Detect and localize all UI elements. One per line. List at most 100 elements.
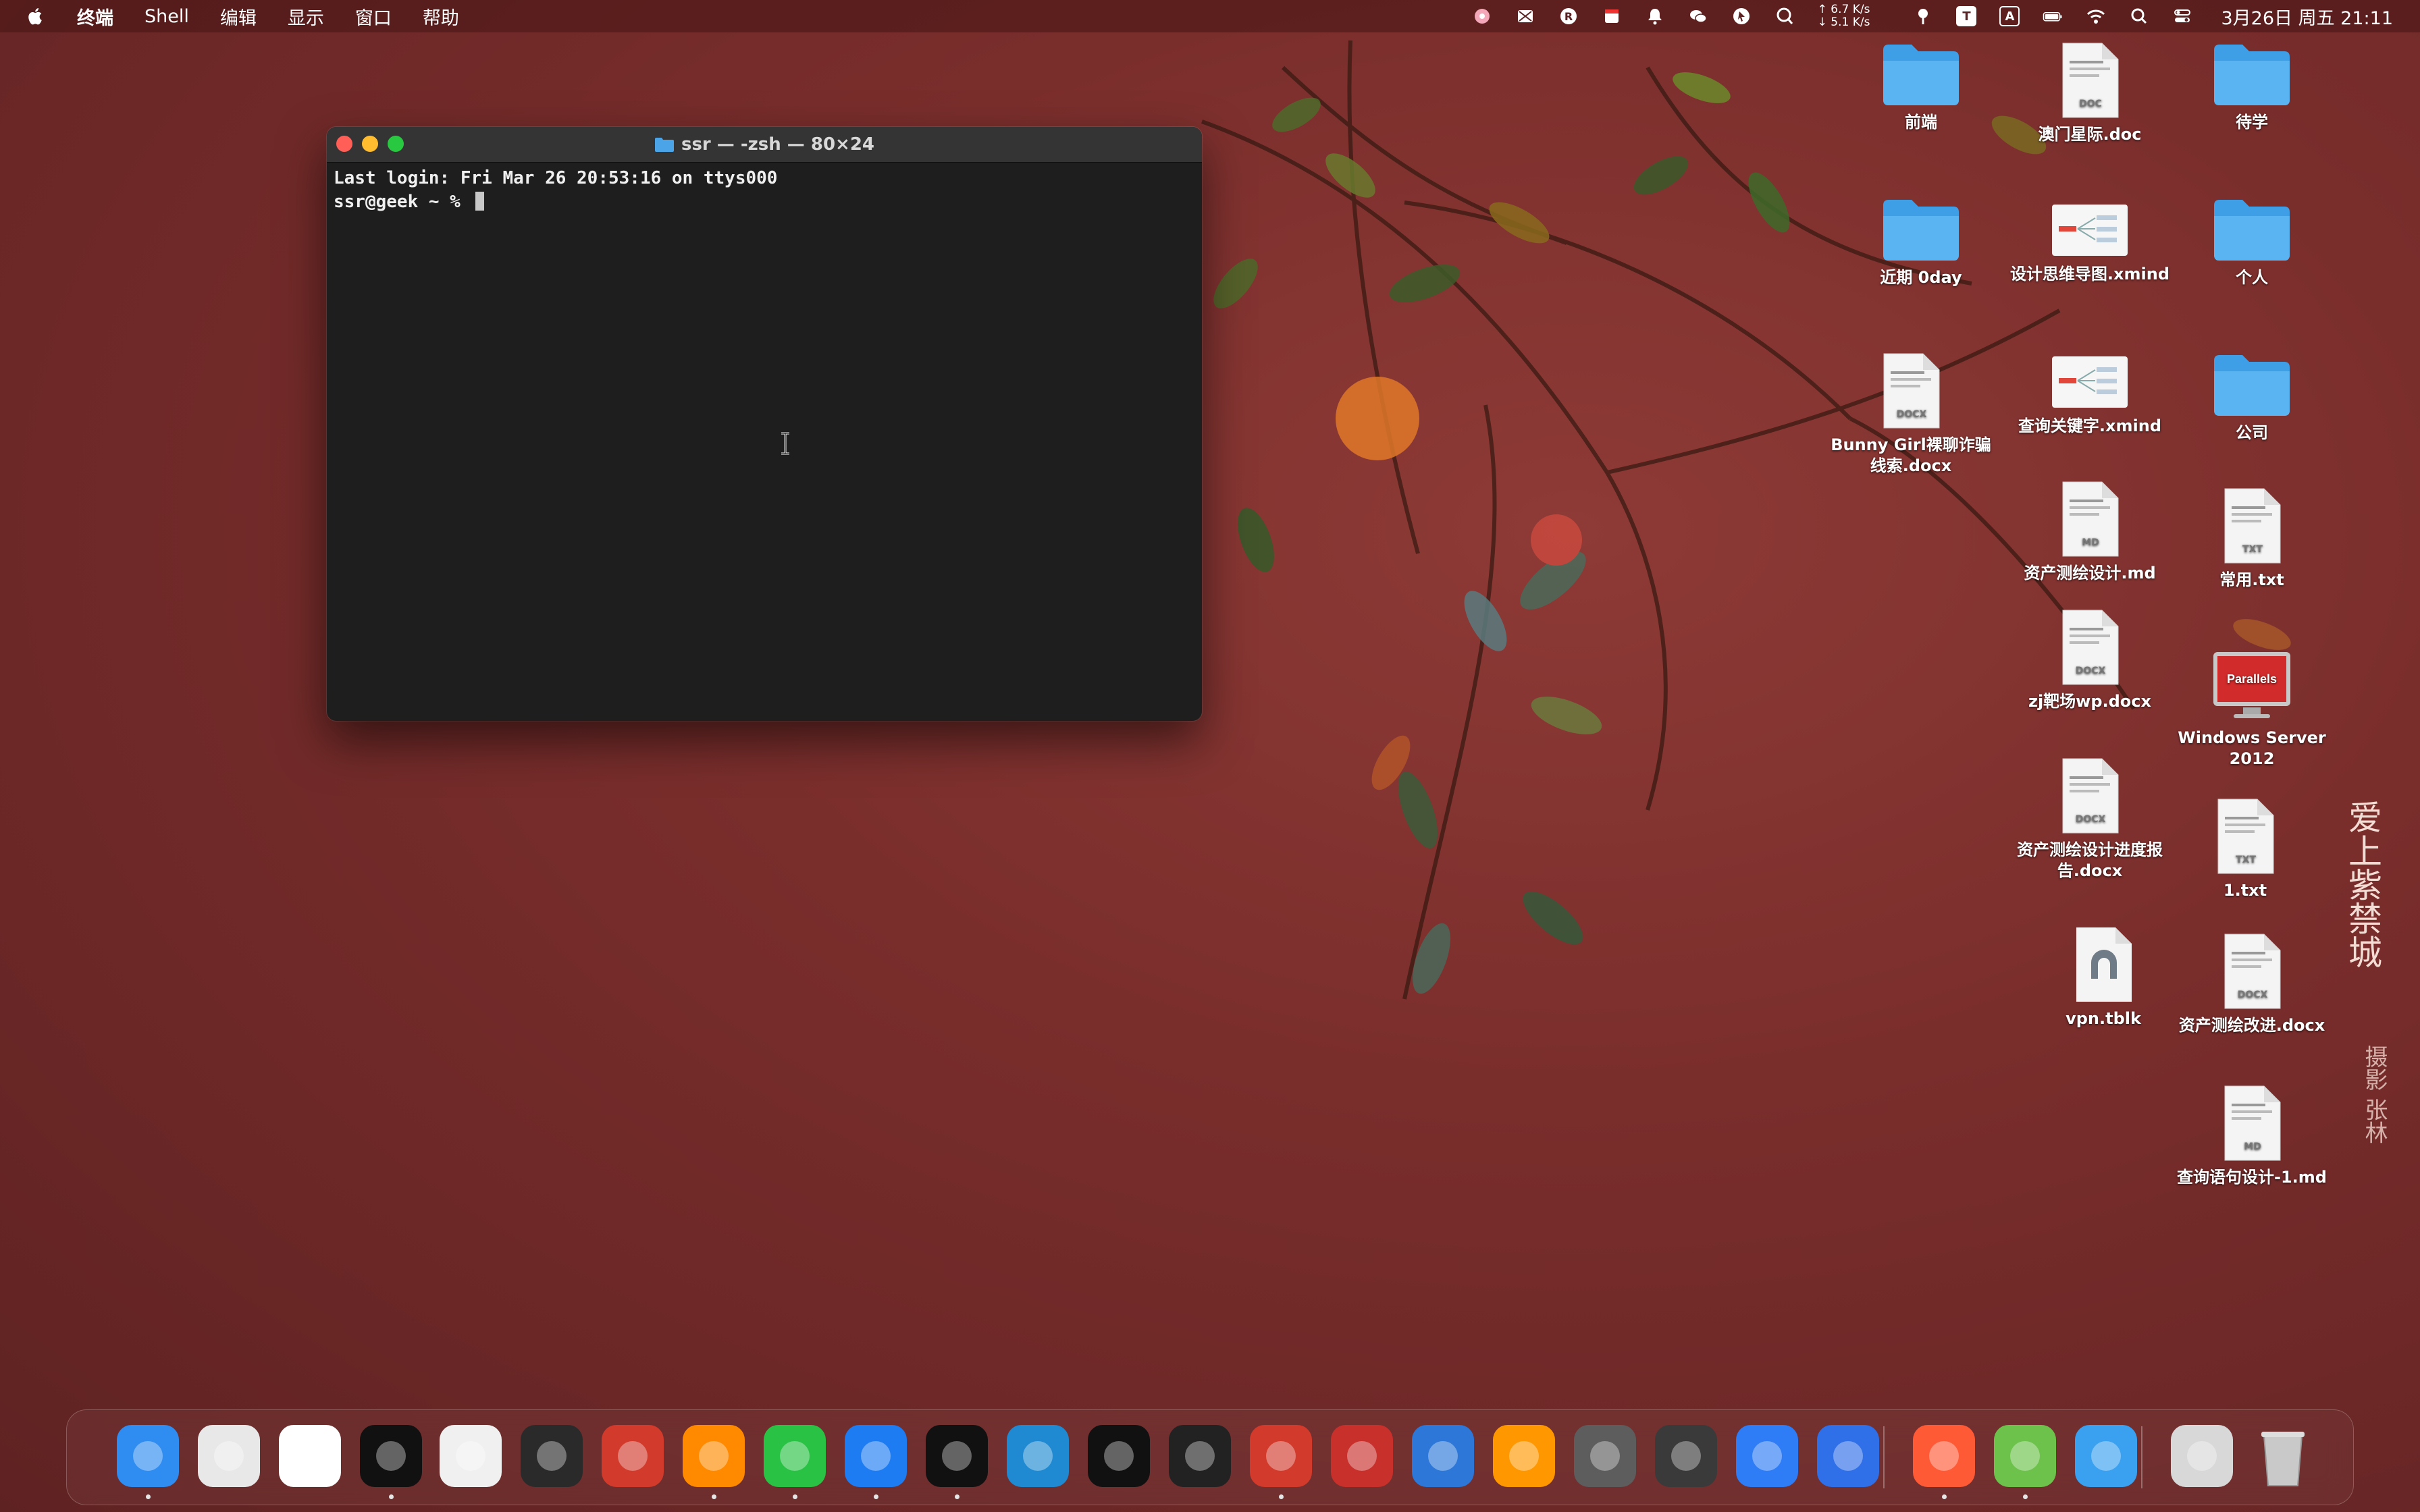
desktop-icon-folder[interactable]: 公司 (2171, 351, 2333, 443)
xmind-file-icon (2009, 351, 2171, 412)
folder-icon (2171, 40, 2333, 108)
vpn-config-icon (2022, 925, 2184, 1004)
input-method-icon[interactable]: A (1999, 6, 2020, 26)
terminal-titlebar[interactable]: ssr — -zsh — 80×24 (327, 127, 1202, 163)
desktop-icon-file[interactable]: DOCX 资产测绘改进.docx (2171, 932, 2333, 1036)
dock-app-markdown-editor-icon[interactable] (518, 1422, 585, 1490)
dock-app-cat-app-icon[interactable] (1733, 1422, 1801, 1490)
dock-app-zenterm-icon[interactable] (1166, 1422, 1234, 1490)
desktop-icon-folder[interactable]: 个人 (2171, 196, 2333, 288)
desktop-icon-label: zj靶场wp.docx (2028, 692, 2152, 711)
desktop-icon-file[interactable]: MD 资产测绘设计.md (2009, 479, 2171, 584)
desktop-icon-file[interactable]: MD 查询语句设计-1.md (2171, 1083, 2333, 1188)
svg-text:Parallels: Parallels (2227, 672, 2277, 686)
svg-text:DOCX: DOCX (2076, 814, 2106, 825)
dock-app-leaf-editor-icon[interactable] (1991, 1422, 2059, 1499)
dock-app-trash-icon[interactable] (2249, 1422, 2317, 1490)
wallpaper-credit: 摄影 张林 (2361, 1045, 2388, 1144)
desktop-icon-folder[interactable]: 前端 (1840, 40, 2002, 133)
menu-clock[interactable]: 3月26日 周五 21:11 (2221, 3, 2393, 30)
terminal-content[interactable]: Last login: Fri Mar 26 20:53:16 on ttys0… (327, 163, 1202, 218)
net-up-speed: ↑ 6.7 K/s (1817, 3, 1870, 16)
dock-app-quicktime-icon[interactable] (2072, 1422, 2140, 1490)
desktop-icon-file[interactable]: DOCX 资产测绘设计进度报告.docx (2009, 756, 2171, 882)
desktop-icon-folder[interactable]: 待学 (2171, 40, 2333, 133)
menu-bar: 终端 Shell 编辑 显示 窗口 帮助 R ↑ 6.7 K/s ↓ 5.1 K… (0, 0, 2420, 32)
zoom-window-button[interactable] (388, 136, 404, 152)
dock-app-launchpad-icon[interactable] (195, 1422, 263, 1490)
desktop-icon-label: 查询语句设计-1.md (2177, 1168, 2327, 1187)
r-app-icon[interactable]: R (1558, 6, 1579, 26)
desktop-icon-file[interactable]: Parallels Windows Server 2012 (2171, 648, 2333, 770)
desktop-icon-file[interactable]: 设计思维导图.xmind (2009, 199, 2171, 285)
svg-text:MD: MD (2082, 537, 2099, 548)
desktop-icon-label: 待学 (2236, 113, 2268, 132)
dock-app-reminders-icon[interactable] (276, 1422, 344, 1490)
dock-app-rocket-app-icon[interactable] (1814, 1422, 1882, 1490)
terminal-prompt: ssr@geek ~ % (334, 192, 471, 212)
close-window-button[interactable] (336, 136, 352, 152)
network-speed-monitor[interactable]: ↑ 6.7 K/s ↓ 5.1 K/s (1818, 3, 1870, 29)
calendar-tray-icon[interactable] (1602, 6, 1622, 26)
menu-shell[interactable]: Shell (144, 6, 189, 27)
folder-icon (1840, 196, 2002, 263)
battery-icon[interactable] (2043, 6, 2063, 26)
document-icon: TXT (2164, 796, 2326, 876)
notification-bell-icon[interactable] (1645, 6, 1665, 26)
dock-app-avatar-app-icon[interactable] (1652, 1422, 1720, 1490)
menu-app-name[interactable]: 终端 (77, 3, 113, 30)
dock-app-time-machine-icon[interactable] (1571, 1422, 1639, 1490)
desktop-icon-file[interactable]: 查询关键字.xmind (2009, 351, 2171, 437)
dock (66, 1409, 2354, 1505)
dock-app-vs-code-icon[interactable] (1004, 1422, 1072, 1490)
desktop-icon-label: 澳门星际.doc (2038, 125, 2142, 144)
dock-app-qq-icon[interactable] (923, 1422, 991, 1499)
spotlight-search-icon[interactable] (2129, 6, 2149, 26)
dock-app-flashback-icon[interactable] (1328, 1422, 1396, 1490)
dock-app-pycharm-icon[interactable] (1085, 1422, 1153, 1490)
qq-search-tray-icon[interactable] (1774, 6, 1795, 26)
dock-app-parallels-icon[interactable] (1247, 1422, 1315, 1499)
terminal-window[interactable]: ssr — -zsh — 80×24 Last login: Fri Mar 2… (327, 127, 1202, 721)
dock-app-wechat-icon[interactable] (761, 1422, 828, 1499)
menu-edit[interactable]: 编辑 (220, 3, 257, 30)
text-t-tray-icon[interactable]: T (1956, 6, 1977, 26)
text-cursor (475, 192, 484, 211)
wechat-tray-icon[interactable] (1688, 6, 1708, 26)
running-indicator (712, 1494, 716, 1499)
net-down-speed: ↓ 5.1 K/s (1817, 16, 1870, 29)
apple-menu-icon[interactable] (26, 6, 46, 26)
desktop-icon-file[interactable]: TXT 1.txt (2164, 796, 2326, 901)
menu-help[interactable]: 帮助 (423, 3, 459, 30)
wifi-icon[interactable] (2086, 6, 2106, 26)
desktop-icon-file[interactable]: DOC 澳门星际.doc (2009, 40, 2171, 145)
flower-app-icon[interactable] (1472, 6, 1492, 26)
desktop-icon-file[interactable]: DOCX zj靶场wp.docx (2009, 608, 2171, 712)
control-center-icon[interactable] (2172, 6, 2192, 26)
mail-tray-icon[interactable] (1515, 6, 1535, 26)
dock-app-scanner-doc-icon[interactable] (2168, 1422, 2236, 1490)
desktop-icon-file[interactable]: DOCX Bunny Girl裸聊诈骗线索.docx (1830, 351, 1992, 477)
desktop-icon-folder[interactable]: 近期 0day (1840, 196, 2002, 288)
wallpaper-calligraphy: 爱上紫禁城 (2343, 800, 2382, 969)
desktop-icon-file[interactable]: TXT 常用.txt (2171, 486, 2333, 591)
pin-tray-icon[interactable] (1913, 6, 1933, 26)
dock-app-finder-icon[interactable] (114, 1422, 182, 1499)
dock-app-explorer-icon[interactable] (1409, 1422, 1477, 1490)
cursor-app-icon[interactable] (1731, 6, 1752, 26)
dock-app-terminal-icon[interactable] (357, 1422, 425, 1499)
desktop-icon-label: Windows Server 2012 (2178, 728, 2326, 768)
menu-view[interactable]: 显示 (288, 3, 324, 30)
desktop-icon-file[interactable]: vpn.tblk (2022, 925, 2184, 1029)
desktop-icon-label: 公司 (2236, 423, 2268, 442)
dock-app-sublime-icon[interactable] (1490, 1422, 1558, 1490)
menu-window[interactable]: 窗口 (355, 3, 392, 30)
dock-app-screen-recorder-icon[interactable] (1910, 1422, 1978, 1499)
dock-app-feishu-icon[interactable] (842, 1422, 910, 1499)
dock-app-photo-app-icon[interactable] (680, 1422, 747, 1499)
minimize-window-button[interactable] (362, 136, 378, 152)
document-icon: TXT (2171, 486, 2333, 566)
desktop-icon-label: 常用.txt (2219, 570, 2284, 589)
dock-app-mail-like-app-icon[interactable] (437, 1422, 504, 1490)
dock-app-game-icon[interactable] (599, 1422, 666, 1490)
